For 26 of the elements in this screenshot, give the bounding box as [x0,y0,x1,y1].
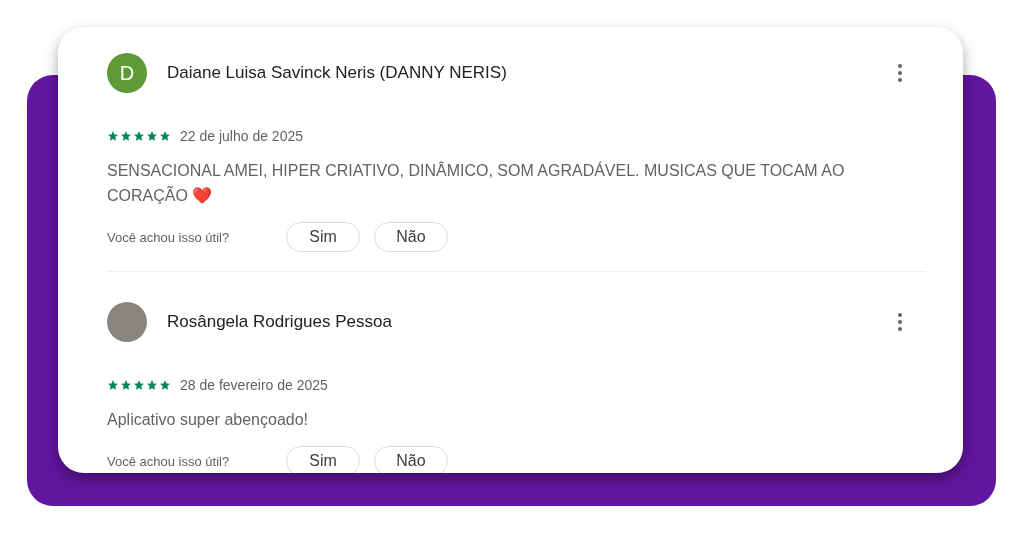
star-icon [146,379,158,391]
vote-button[interactable]: Sim [286,446,360,473]
vote-button[interactable]: Sim [286,222,360,252]
star-icon [107,379,119,391]
review-date: 22 de julho de 2025 [180,128,303,144]
star-icon [146,130,158,142]
star-icon [133,130,145,142]
review-text: SENSACIONAL AMEI, HIPER CRIATIVO, DINÂMICO, SOM AGRADÁVEL. MUSICAS QUE TOCAM AO CORAÇÃO ❤ [107,162,845,204]
star-icon [120,130,132,142]
helpful-prompt: Você achou isso útil? [107,229,231,245]
reviewer-name: Daiane Luisa Savinck Neris (DANNY NERIS) [167,63,508,83]
avatar-placeholder [107,302,147,342]
star-icon [107,130,119,142]
vote-button[interactable]: Não [374,222,448,252]
review-date: 28 de fevereiro de 2025 [180,377,328,393]
star-icon [120,379,132,391]
more-vertical-icon [898,312,902,332]
vote-button[interactable]: Não [374,446,448,473]
star-icon [159,130,171,142]
avatar-letter: D [107,53,147,93]
more-vertical-icon [898,63,902,83]
helpful-prompt: Você achou isso útil? [107,453,231,469]
reviewer-name: Rosângela Rodrigues Pessoa [167,312,393,332]
review-text: Aplicativo super abençoado! [107,411,309,428]
star-icon [133,379,145,391]
star-icon [159,379,171,391]
